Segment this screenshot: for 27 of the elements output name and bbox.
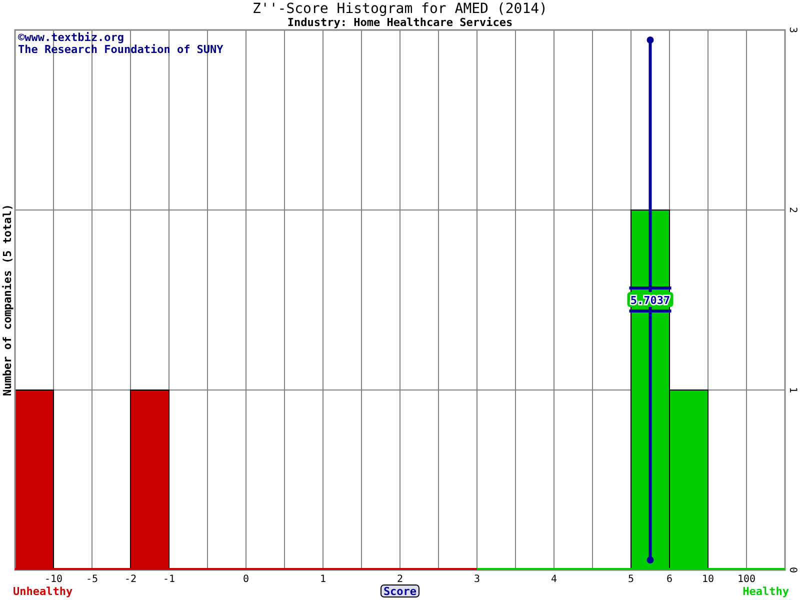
legend-label: Healthy (742, 585, 789, 598)
ytick-label: 0 (787, 566, 798, 574)
xtick-label: 2 (396, 574, 404, 585)
y-axis-label: Number of companies (5 total) (1, 204, 14, 396)
credit-text: ©www.textbiz.org (18, 31, 124, 44)
xtick-label: 100 (737, 574, 756, 585)
xtick-label: -10 (44, 574, 63, 585)
xtick-label: 10 (702, 574, 714, 585)
xtick-label: 0 (242, 574, 250, 585)
chart-title: Z''-Score Histogram for AMED (2014) (252, 1, 548, 17)
xtick-label: -2 (124, 574, 137, 585)
score-value-label: 5.7037 (630, 294, 670, 307)
xtick-label: 4 (550, 574, 558, 585)
x-axis-title: Score (383, 585, 417, 598)
xtick-label: 3 (474, 574, 480, 585)
ytick-label: 3 (787, 26, 798, 34)
xtick-label: -5 (86, 574, 98, 585)
ytick-label: 1 (787, 386, 798, 394)
xtick-label: 5 (628, 574, 634, 585)
xtick-label: 6 (666, 574, 673, 585)
legend-label: Unhealthy (13, 585, 73, 598)
chart-subtitle: Industry: Home Healthcare Services (287, 16, 513, 29)
credit-text: The Research Foundation of SUNY (18, 43, 224, 56)
xtick-label: -1 (162, 574, 176, 585)
x-axis-label: Score (380, 584, 420, 598)
xtick-label: 1 (320, 574, 326, 585)
ytick-label: 2 (787, 206, 798, 214)
